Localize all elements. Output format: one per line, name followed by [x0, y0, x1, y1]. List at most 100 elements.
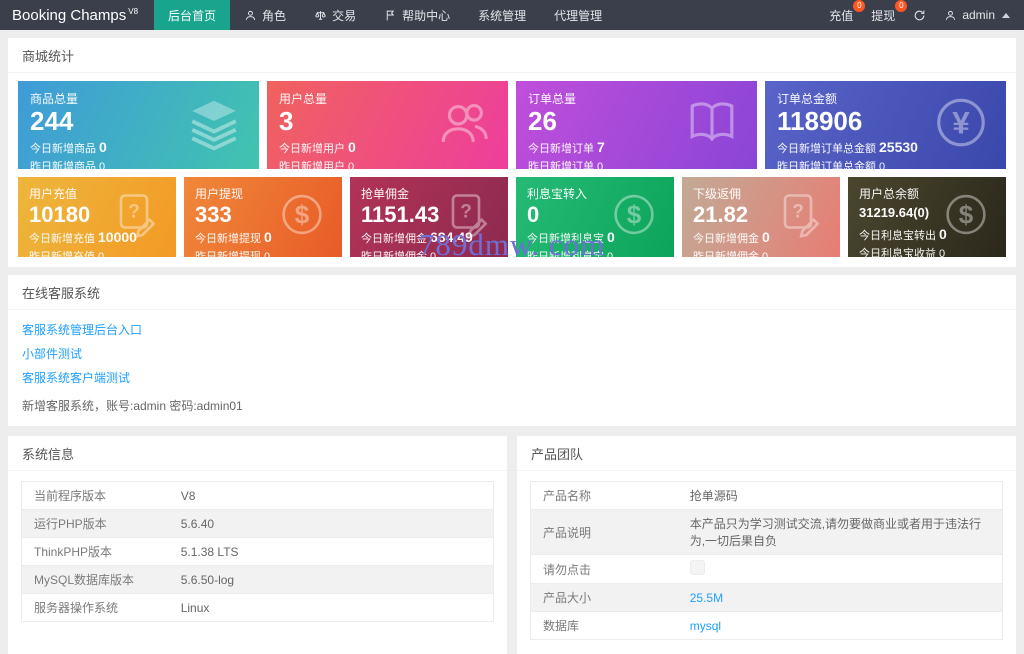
brand-logo[interactable]: Booking Champs V8: [0, 0, 154, 30]
recharge-label: 充值: [829, 8, 854, 23]
stat-card-interest-transfer-in: 利息宝转入0今日新增利息宝0昨日新增利息宝0$: [516, 177, 674, 257]
row-label: 产品名称: [543, 489, 592, 503]
product-team-title: 产品团队: [517, 436, 1016, 471]
table-row: ThinkPHP版本 5.1.38 LTS: [22, 538, 493, 566]
row-label: 数据库: [543, 619, 580, 633]
user-icon: [244, 9, 257, 22]
top-navbar: Booking Champs V8 后台首页 角色 交易 帮助中心 系统管理 代理管理 充…: [0, 0, 1024, 30]
stat-card-sub-rebate: 下级返佣21.82今日新增佣金0昨日新增佣金0?: [682, 177, 840, 257]
refresh-icon[interactable]: [913, 9, 926, 22]
row-value: 本产品只为学习测试交流,请勿要做商业或者用于违法行为,一切后果自负: [689, 517, 982, 548]
stat-card-line2: 昨日新增订单总金额 0: [777, 160, 886, 169]
nav-item-help-center[interactable]: 帮助中心: [370, 0, 464, 30]
stat-card-grab-commission: 抢单佣金1151.43今日新增佣金684.49昨日新增佣金0?: [350, 177, 508, 257]
product-team-table: 产品名称 抢单源码产品说明 本产品只为学习测试交流,请勿要做商业或者用于违法行为,一…: [530, 481, 1003, 640]
brand-version: V8: [128, 6, 139, 16]
table-row: 数据库 mysql: [531, 612, 1002, 639]
doc-edit-icon: ?: [776, 191, 824, 244]
stat-card-line2: 昨日新增利息宝0: [527, 248, 663, 257]
nav-item-dashboard[interactable]: 后台首页: [154, 0, 231, 30]
service-link-widget-test[interactable]: 小部件测试: [22, 345, 82, 362]
service-link-client-test[interactable]: 客服系统客户端测试: [22, 369, 130, 386]
withdraw-button[interactable]: 提现 0: [871, 0, 908, 24]
row-value: [682, 555, 1002, 583]
withdraw-badge: 0: [895, 0, 908, 12]
user-menu[interactable]: admin: [944, 8, 1010, 22]
svg-text:?: ?: [128, 202, 140, 223]
row-value: 5.6.50-log: [180, 572, 235, 587]
nav-item-label: 系统管理: [478, 8, 527, 23]
table-row: 当前程序版本 V8: [22, 482, 493, 510]
row-label: 产品说明: [543, 525, 592, 540]
caret-up-icon: [1002, 12, 1010, 18]
doc-edit-icon: ?: [444, 191, 492, 244]
nav-item-system-management[interactable]: 系统管理: [464, 0, 540, 30]
row-label: ThinkPHP版本: [34, 545, 113, 559]
stat-card-line2: 昨日新增充值0: [29, 248, 165, 257]
coin-dollar-icon: $: [610, 191, 658, 244]
nav-item-roles[interactable]: 角色: [230, 0, 300, 30]
coin-yen-icon: ¥: [932, 94, 990, 157]
nav-item-label: 角色: [262, 8, 287, 23]
coin-dollar-icon: $: [942, 191, 990, 244]
table-row: MySQL数据库版本 5.6.50-log: [22, 566, 493, 594]
system-info-table: 当前程序版本 V8 运行PHP版本 5.6.40 ThinkPHP版本 5.1.38 LT…: [21, 481, 494, 622]
recharge-badge: 0: [853, 0, 866, 12]
service-link-admin-entry[interactable]: 客服系统管理后台入口: [22, 321, 142, 338]
username: admin: [962, 8, 995, 22]
svg-text:?: ?: [460, 202, 472, 223]
stat-cards-row1: 商品总量 244 今日新增商品 0 昨日新增商品 0 用户总量 3 今日新增用户 0 昨日新增用户 0…: [8, 73, 1016, 169]
row-value: 抢单源码: [689, 489, 738, 503]
service-note: 新增客服系统，账号:admin 密码:admin01: [22, 399, 243, 413]
stat-card-total-products: 商品总量 244 今日新增商品 0 昨日新增商品 0: [18, 81, 259, 169]
row-label: 产品大小: [543, 591, 592, 605]
stat-card-user-recharge: 用户充值10180今日新增充值10000昨日新增充值0?: [18, 177, 176, 257]
row-value-link[interactable]: 25.5M: [682, 586, 1002, 610]
row-label: 当前程序版本: [34, 489, 107, 503]
row-value: 5.1.38 LTS: [180, 544, 239, 559]
table-row: 产品名称 抢单源码: [531, 482, 1002, 510]
row-value: V8: [180, 488, 196, 503]
svg-text:$: $: [295, 200, 310, 230]
service-panel-body: 客服系统管理后台入口 小部件测试客服系统客户端测试新增客服系统，账号:admin …: [8, 310, 1016, 426]
row-label: 服务器操作系统: [34, 601, 119, 615]
bottom-panels: 系统信息 当前程序版本 V8 运行PHP版本 5.6.40 ThinkPHP版本 5.1.…: [8, 436, 1016, 654]
stat-card-user-total-balance: 用户总余额 31219.64(0) 今日利息宝转出 0 今日利息宝收益 0 $: [848, 177, 1006, 257]
table-row: 服务器操作系统 Linux: [22, 594, 493, 621]
row-label: 运行PHP版本: [34, 517, 107, 531]
book-icon: [683, 94, 741, 157]
row-label: MySQL数据库版本: [34, 573, 135, 587]
service-panel: 在线客服系统 客服系统管理后台入口 小部件测试客服系统客户端测试新增客服系统，账号…: [8, 275, 1016, 426]
stat-card-total-orders: 订单总量 26 今日新增订单 7 昨日新增订单 0: [516, 81, 757, 169]
stat-card-line2: 昨日新增提现0: [195, 248, 331, 257]
table-row: 产品说明 本产品只为学习测试交流,请勿要做商业或者用于违法行为,一切后果自负: [531, 510, 1002, 555]
svg-text:?: ?: [792, 202, 804, 223]
recharge-button[interactable]: 充值 0: [829, 0, 866, 24]
user-icon: [944, 9, 957, 22]
row-value-link[interactable]: mysql: [682, 614, 1002, 638]
layers-icon: [185, 94, 243, 157]
system-info-panel: 系统信息 当前程序版本 V8 运行PHP版本 5.6.40 ThinkPHP版本 5.1.…: [8, 436, 507, 654]
product-team-panel: 产品团队 产品名称 抢单源码产品说明 本产品只为学习测试交流,请勿要做商业或者用于违…: [517, 436, 1016, 654]
service-panel-title: 在线客服系统: [8, 275, 1016, 310]
nav-item-trade[interactable]: 交易: [300, 0, 370, 30]
stat-card-user-withdraw: 用户提现333今日新增提现0昨日新增提现0$: [184, 177, 342, 257]
placeholder-box-icon: [689, 560, 705, 575]
nav-item-label: 帮助中心: [402, 8, 451, 23]
trade-icon: [314, 9, 327, 22]
svg-text:$: $: [627, 200, 642, 230]
nav-item-label: 代理管理: [554, 8, 603, 23]
nav-item-agent-management[interactable]: 代理管理: [540, 0, 616, 30]
stat-card-total-users: 用户总量 3 今日新增用户 0 昨日新增用户 0: [267, 81, 508, 169]
stat-card-line2: 昨日新增商品 0: [30, 160, 106, 169]
main-menu: 后台首页 角色 交易 帮助中心 系统管理 代理管理: [154, 0, 616, 30]
stat-card-total-order-amount: 订单总金额 118906 今日新增订单总金额 25530 昨日新增订单总金额 0 ¥: [765, 81, 1006, 169]
svg-text:¥: ¥: [952, 106, 970, 141]
doc-edit-icon: ?: [112, 191, 160, 244]
stats-panel-title: 商城统计: [8, 38, 1016, 73]
svg-text:$: $: [959, 200, 974, 230]
row-label: 请勿点击: [543, 562, 592, 577]
stat-card-line2: 昨日新增用户 0: [279, 160, 355, 169]
flag-icon: [384, 9, 397, 22]
nav-item-label: 交易: [332, 8, 357, 23]
